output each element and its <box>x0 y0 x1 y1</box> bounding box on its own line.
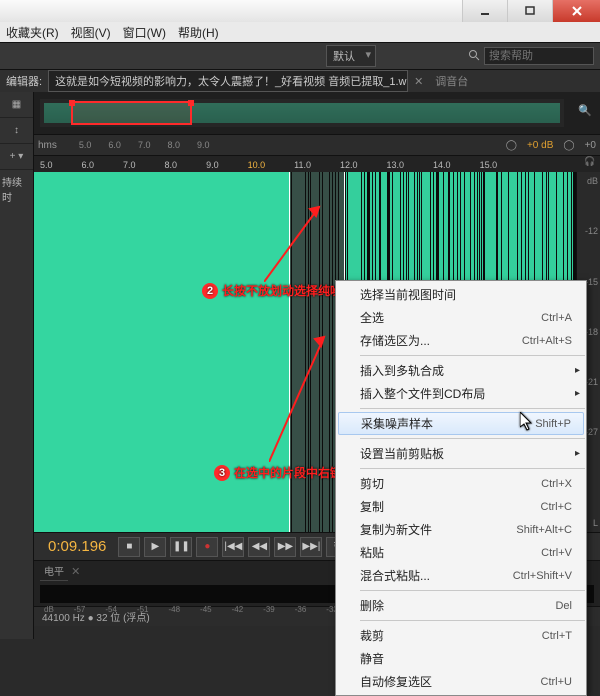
magnify-icon[interactable]: 🔍 <box>578 104 592 117</box>
menu-item[interactable]: 混合式粘贴...Ctrl+Shift+V <box>336 564 586 587</box>
level-label: 电平 <box>40 563 68 581</box>
close-file-icon[interactable]: ✕ <box>414 75 423 88</box>
menu-item[interactable]: 全选Ctrl+A <box>336 306 586 329</box>
menu-item[interactable]: 采集噪声样本Shift+P <box>338 412 584 435</box>
tool-button-add[interactable]: + ▾ <box>0 144 33 170</box>
menu-window[interactable]: 窗口(W) <box>123 24 166 41</box>
stop-button[interactable]: ■ <box>118 537 140 557</box>
pause-button[interactable]: ❚❚ <box>170 537 192 557</box>
window-titlebar <box>0 0 600 22</box>
gain-bar: hms 5.06.07.08.09.0 ◯ +0 dB ◯ +0 <box>34 134 600 156</box>
selection-handle-left[interactable] <box>69 100 75 106</box>
editor-prefix: 编辑器: <box>6 73 42 89</box>
skip-end-button[interactable]: ▶▶| <box>300 537 322 557</box>
menu-item[interactable]: 选择当前视图时间 <box>336 283 586 306</box>
tool-button-2[interactable]: ↕ <box>0 118 33 144</box>
phase-knob[interactable]: ◯ <box>563 140 574 151</box>
menu-item[interactable]: 删除Del <box>336 594 586 617</box>
mixer-tab[interactable]: 调音台 <box>429 71 474 91</box>
overview-ticks: 5.06.07.08.09.0 <box>67 140 496 150</box>
gain-knob[interactable]: ◯ <box>506 140 517 151</box>
menu-item[interactable]: 设置当前剪贴板 <box>336 442 586 465</box>
window-minimize-button[interactable] <box>462 0 507 22</box>
timecode-display: 0:09.196 <box>40 534 114 559</box>
menu-item[interactable]: 插入整个文件到CD布局 <box>336 382 586 405</box>
menu-item[interactable]: 复制为新文件Shift+Alt+C <box>336 518 586 541</box>
timeline-ruler[interactable]: 5.06.07.0 8.09.010.0 11.012.013.0 14.015… <box>34 156 600 172</box>
play-button[interactable]: ▶ <box>144 537 166 557</box>
rewind-button[interactable]: ◀◀ <box>248 537 270 557</box>
menu-item[interactable]: 复制Ctrl+C <box>336 495 586 518</box>
hold-time-label: 持续时 <box>0 170 33 208</box>
workspace-preset-dropdown[interactable]: 默认 <box>326 45 376 67</box>
mouse-cursor-icon <box>520 412 534 435</box>
waveform-overview[interactable]: 🔍 <box>34 92 600 134</box>
selection-handle-right[interactable] <box>188 100 194 106</box>
overview-selection-box[interactable] <box>71 101 192 125</box>
menu-item[interactable]: 存储选区为...Ctrl+Alt+S <box>336 329 586 352</box>
gain-db-label: +0 dB <box>527 140 553 151</box>
menu-item[interactable]: 自动修复选区Ctrl+U <box>336 670 586 693</box>
annotation-2: 2长按不放划动选择纯噪音 <box>202 282 354 299</box>
menu-view[interactable]: 视图(V) <box>71 24 111 41</box>
menu-help[interactable]: 帮助(H) <box>178 24 219 41</box>
menu-favorites[interactable]: 收藏夹(R) <box>6 24 59 41</box>
file-dropdown[interactable]: 这就是如今短视频的影响力，太令人震撼了！_好看视频 音频已提取_1.wav <box>48 70 408 92</box>
forward-button[interactable]: ▶▶ <box>274 537 296 557</box>
file-info-bar: 编辑器: 这就是如今短视频的影响力，太令人震撼了！_好看视频 音频已提取_1.w… <box>0 70 600 92</box>
search-icon <box>468 49 480 64</box>
annotation-3: 3在选中的片段中右键 <box>214 464 342 481</box>
left-tool-column: ▦ ↕ + ▾ 持续时 <box>0 92 34 639</box>
help-search-input[interactable] <box>484 47 594 65</box>
menu-item[interactable]: 剪切Ctrl+X <box>336 472 586 495</box>
menu-item[interactable]: 静音 <box>336 647 586 670</box>
window-maximize-button[interactable] <box>507 0 552 22</box>
tool-button-1[interactable]: ▦ <box>0 92 33 118</box>
skip-start-button[interactable]: |◀◀ <box>222 537 244 557</box>
headphone-icon[interactable]: 🎧 <box>584 156 596 167</box>
context-menu: 选择当前视图时间全选Ctrl+A存储选区为...Ctrl+Alt+S 插入到多轨合… <box>335 280 587 696</box>
ruler-unit: hms <box>38 140 57 151</box>
menu-item[interactable]: 裁剪Ctrl+T <box>336 624 586 647</box>
top-toolbar: 默认 <box>0 42 600 70</box>
phase-label: +0 <box>585 140 596 151</box>
menubar: 收藏夹(R) 视图(V) 窗口(W) 帮助(H) <box>0 22 600 42</box>
menu-item[interactable]: 插入到多轨合成 <box>336 359 586 382</box>
window-close-button[interactable] <box>552 0 600 22</box>
menu-item[interactable]: 粘贴Ctrl+V <box>336 541 586 564</box>
record-button[interactable]: ● <box>196 537 218 557</box>
